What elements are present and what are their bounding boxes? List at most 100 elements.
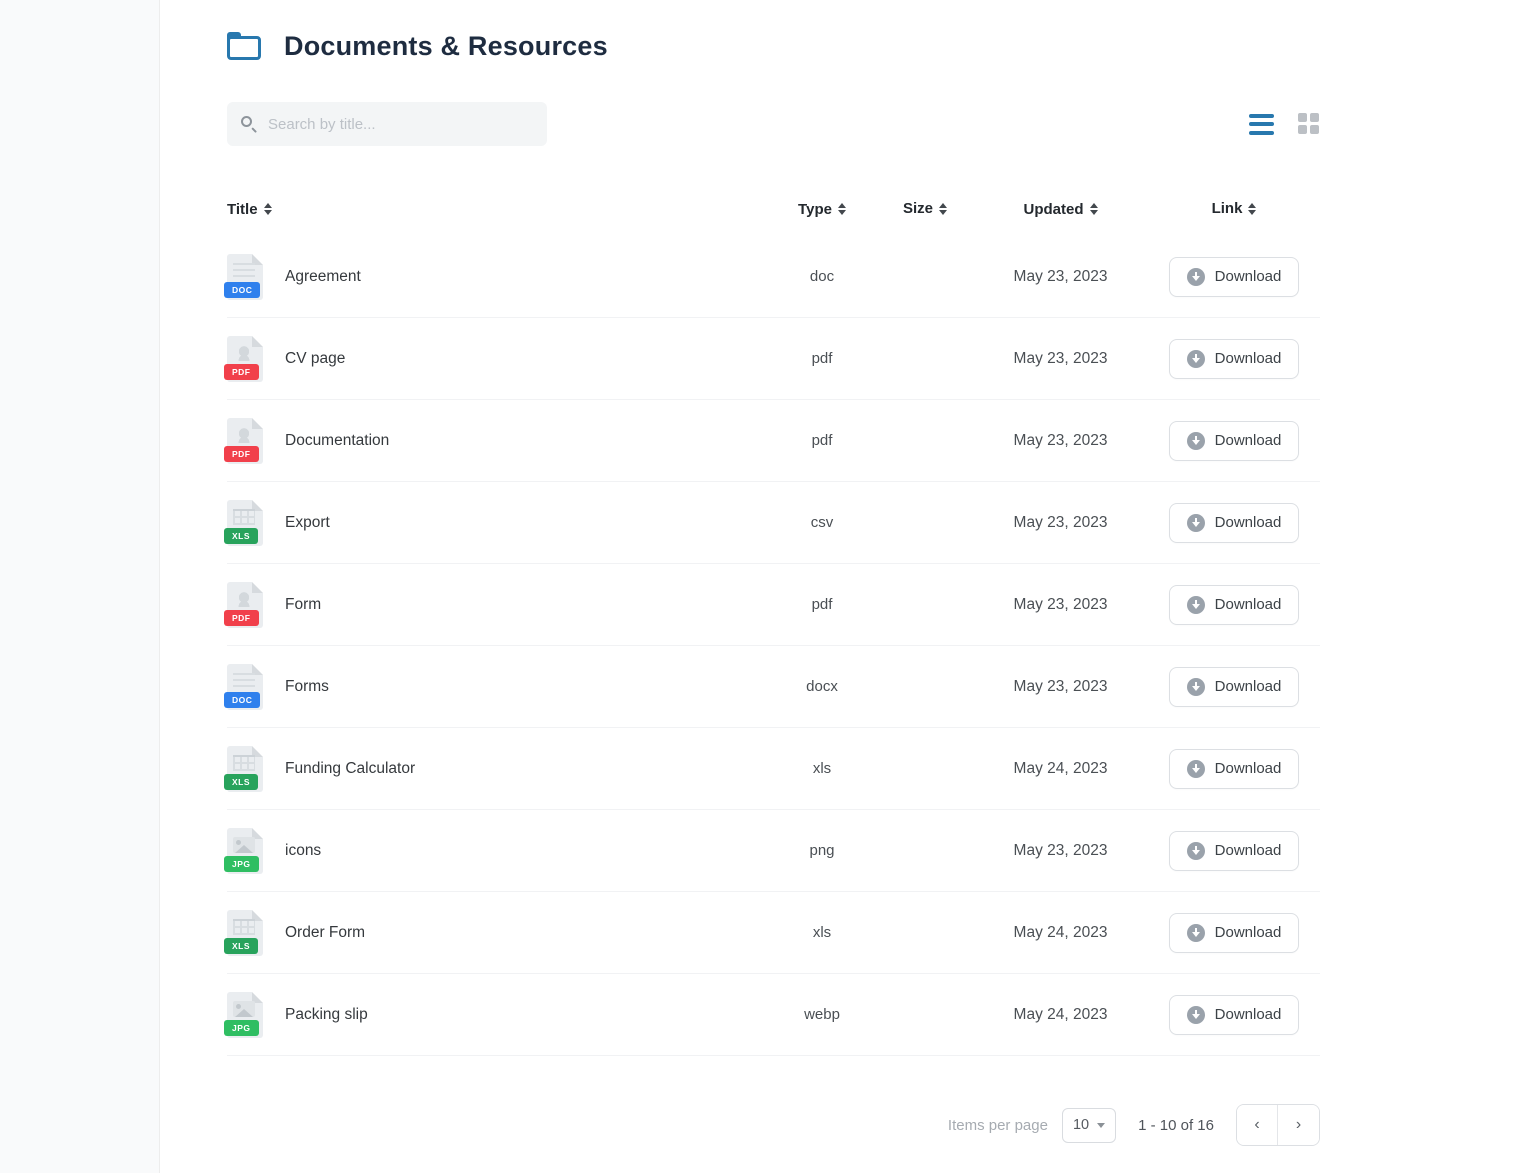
download-icon <box>1187 842 1205 860</box>
file-type-cell: pdf <box>767 350 877 367</box>
documents-table: Title Type Size Updated <box>227 182 1320 1056</box>
table-row: XLS Order Form xls May 24, 2023 Download <box>227 892 1320 974</box>
download-button[interactable]: Download <box>1169 503 1300 543</box>
file-type-cell: xls <box>767 760 877 777</box>
download-button[interactable]: Download <box>1169 421 1300 461</box>
table-row: JPG Packing slip webp May 24, 2023 Downl… <box>227 974 1320 1056</box>
file-type-icon: DOC <box>227 664 263 710</box>
pagination: Items per page 10 1 - 10 of 16 ‹ › <box>227 1104 1320 1146</box>
file-type-cell: doc <box>767 268 877 285</box>
download-label: Download <box>1215 514 1282 531</box>
left-sidebar-strip <box>0 0 160 1173</box>
download-icon <box>1187 1006 1205 1024</box>
file-updated-cell: May 23, 2023 <box>973 842 1148 860</box>
column-header-type[interactable]: Type <box>767 201 877 218</box>
file-updated-cell: May 23, 2023 <box>973 350 1148 368</box>
column-header-link[interactable]: Link <box>1148 200 1320 217</box>
table-row: PDF Documentation pdf May 23, 2023 Downl… <box>227 400 1320 482</box>
file-type-icon: DOC <box>227 254 263 300</box>
prev-page-button[interactable]: ‹ <box>1237 1105 1278 1145</box>
file-updated-cell: May 24, 2023 <box>973 760 1148 778</box>
file-type-icon: XLS <box>227 500 263 546</box>
next-page-button[interactable]: › <box>1278 1105 1319 1145</box>
column-label: Size <box>903 200 933 217</box>
download-button[interactable]: Download <box>1169 831 1300 871</box>
column-header-size[interactable]: Size <box>877 200 973 217</box>
download-icon <box>1187 268 1205 286</box>
download-button[interactable]: Download <box>1169 585 1300 625</box>
file-updated-cell: May 24, 2023 <box>973 1006 1148 1024</box>
file-type-badge: DOC <box>224 282 260 298</box>
download-button[interactable]: Download <box>1169 913 1300 953</box>
download-button[interactable]: Download <box>1169 339 1300 379</box>
page-title: Documents & Resources <box>284 31 608 62</box>
search-box[interactable] <box>227 102 547 146</box>
table-row: DOC Forms docx May 23, 2023 Download <box>227 646 1320 728</box>
file-type-badge: PDF <box>224 446 259 462</box>
file-type-badge: XLS <box>224 774 258 790</box>
file-type-cell: png <box>767 842 877 859</box>
file-updated-cell: May 23, 2023 <box>973 678 1148 696</box>
file-type-badge: XLS <box>224 938 258 954</box>
download-label: Download <box>1215 760 1282 777</box>
file-title: Funding Calculator <box>285 760 415 778</box>
file-type-cell: csv <box>767 514 877 531</box>
file-type-icon: XLS <box>227 910 263 956</box>
file-type-icon: PDF <box>227 418 263 464</box>
file-type-icon: JPG <box>227 992 263 1038</box>
items-per-page-select[interactable]: 10 <box>1062 1108 1116 1143</box>
file-type-badge: JPG <box>224 856 259 872</box>
file-type-badge: PDF <box>224 364 259 380</box>
pager: ‹ › <box>1236 1104 1320 1146</box>
file-type-badge: DOC <box>224 692 260 708</box>
download-label: Download <box>1215 432 1282 449</box>
column-label: Type <box>798 201 832 218</box>
file-title: Order Form <box>285 924 365 942</box>
items-per-page-label: Items per page <box>948 1117 1048 1134</box>
view-toggles <box>1249 113 1320 135</box>
table-row: XLS Funding Calculator xls May 24, 2023 … <box>227 728 1320 810</box>
download-icon <box>1187 514 1205 532</box>
page-header: Documents & Resources <box>227 24 1536 68</box>
file-type-badge: JPG <box>224 1020 259 1036</box>
file-type-icon: JPG <box>227 828 263 874</box>
table-row: DOC Agreement doc May 23, 2023 Download <box>227 236 1320 318</box>
file-updated-cell: May 24, 2023 <box>973 924 1148 942</box>
chevron-left-icon: ‹ <box>1254 1116 1259 1134</box>
sort-icon <box>838 203 846 215</box>
table-body: DOC Agreement doc May 23, 2023 Download … <box>227 236 1320 1056</box>
sort-icon <box>264 203 272 215</box>
column-label: Link <box>1212 200 1243 217</box>
toolbar <box>227 102 1320 146</box>
download-label: Download <box>1215 350 1282 367</box>
table-row: PDF Form pdf May 23, 2023 Download <box>227 564 1320 646</box>
download-button[interactable]: Download <box>1169 667 1300 707</box>
download-label: Download <box>1215 268 1282 285</box>
download-icon <box>1187 350 1205 368</box>
download-icon <box>1187 760 1205 778</box>
column-header-updated[interactable]: Updated <box>973 201 1148 218</box>
file-type-badge: XLS <box>224 528 258 544</box>
file-title: Packing slip <box>285 1006 368 1024</box>
file-type-icon: PDF <box>227 582 263 628</box>
grid-view-icon[interactable] <box>1298 113 1320 135</box>
file-type-icon: PDF <box>227 336 263 382</box>
download-icon <box>1187 924 1205 942</box>
caret-down-icon <box>1097 1123 1105 1128</box>
download-label: Download <box>1215 596 1282 613</box>
file-updated-cell: May 23, 2023 <box>973 514 1148 532</box>
download-button[interactable]: Download <box>1169 995 1300 1035</box>
download-button[interactable]: Download <box>1169 749 1300 789</box>
items-per-page-value: 10 <box>1073 1117 1089 1133</box>
download-button[interactable]: Download <box>1169 257 1300 297</box>
table-row: XLS Export csv May 23, 2023 Download <box>227 482 1320 564</box>
search-icon <box>241 116 257 132</box>
table-row: PDF CV page pdf May 23, 2023 Download <box>227 318 1320 400</box>
sort-icon <box>1090 203 1098 215</box>
list-view-icon[interactable] <box>1249 114 1274 135</box>
file-updated-cell: May 23, 2023 <box>973 268 1148 286</box>
column-header-title[interactable]: Title <box>227 201 272 218</box>
search-input[interactable] <box>268 116 528 133</box>
file-title: Documentation <box>285 432 389 450</box>
file-updated-cell: May 23, 2023 <box>973 596 1148 614</box>
